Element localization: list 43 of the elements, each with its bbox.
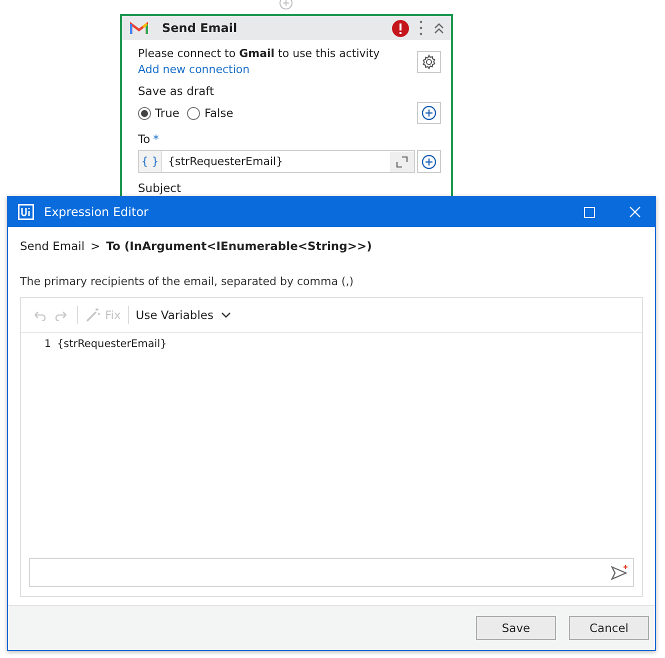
radio-button[interactable] [187, 106, 200, 120]
prompt-field[interactable] [29, 558, 634, 587]
radio-button[interactable] [138, 106, 151, 120]
code-line: {strRequesterEmail} [57, 338, 167, 350]
add-button[interactable] [417, 150, 441, 173]
radio-label: True [155, 106, 180, 120]
mail-logo-icon [130, 21, 148, 35]
line-number: 1 [43, 338, 51, 350]
code-editor[interactable]: 1 {strRequesterEmail} [29, 333, 634, 558]
activity-title: Send Email [162, 21, 238, 35]
breadcrumb-current: To (InArgument<IEnumerable<String>>) [106, 239, 372, 253]
window-title: Expression Editor [44, 205, 148, 219]
radio-label: False [204, 106, 234, 120]
breadcrumb-separator: > [90, 239, 100, 253]
required-mark: * [153, 132, 159, 146]
maximize-icon[interactable] [584, 206, 595, 218]
add-icon [421, 154, 437, 170]
logo-icon [18, 204, 34, 220]
breadcrumb-item[interactable]: Send Email [20, 239, 85, 253]
description-text: The primary recipients of the email, separated by comma (,) [20, 275, 355, 288]
use-variables-dropdown[interactable]: Use Variables [136, 308, 232, 322]
magic-wand-icon [85, 307, 101, 323]
expression-icon[interactable]: { } [139, 151, 162, 172]
dialog-button[interactable]: Cancel [569, 616, 649, 640]
chevron-down-icon [221, 312, 232, 318]
more-icon[interactable] [419, 20, 423, 36]
add-button[interactable] [417, 102, 441, 124]
connect-message: Please connect to Gmail to use this activity [138, 47, 380, 60]
collapse-icon[interactable] [433, 22, 445, 34]
to-field[interactable]: { } {strRequesterEmail} [138, 150, 415, 173]
add-icon [279, 0, 293, 10]
settings-icon [421, 54, 437, 70]
dialog-button[interactable]: Save [476, 616, 556, 640]
field-value: {strRequesterEmail} [162, 151, 390, 172]
field-label: Subject [138, 181, 182, 195]
field-label: To [138, 132, 150, 146]
add-icon [421, 105, 437, 121]
expand-icon[interactable] [390, 152, 414, 172]
field-label: Save as draft [138, 84, 216, 98]
send-icon[interactable] [611, 564, 629, 580]
add-connection-link[interactable]: Add new connection [138, 63, 380, 76]
close-icon[interactable] [629, 206, 641, 218]
settings-button[interactable] [417, 50, 441, 72]
